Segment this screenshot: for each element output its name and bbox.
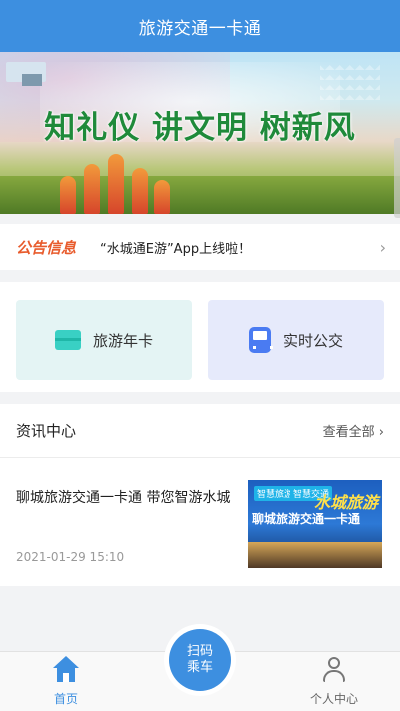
runner-figure (108, 154, 124, 214)
app-title-bar: 旅游交通一卡通 (0, 0, 400, 52)
card-icon (54, 330, 81, 350)
service-cards: 旅游年卡 实时公交 (0, 282, 400, 392)
home-icon (53, 656, 79, 684)
bus-icon (248, 327, 273, 353)
tab-home[interactable]: 首页 (16, 656, 116, 708)
banner-runners-illustration (60, 144, 170, 214)
thumb-art-text: 水城旅游 (313, 493, 378, 512)
view-all-link[interactable]: 查看全部 › (323, 421, 384, 440)
runner-figure (132, 168, 148, 214)
notice-text[interactable]: “水城通E游”App上线啦！ (100, 238, 380, 257)
scan-label-line1: 扫码 (186, 644, 213, 659)
banner-logo-mark (22, 74, 42, 86)
runner-figure (84, 164, 100, 214)
user-icon (321, 656, 347, 684)
travel-annual-card-button[interactable]: 旅游年卡 (16, 300, 192, 380)
service-label: 实时公交 (282, 331, 343, 350)
banner-carousel[interactable]: 知礼仪 讲文明 树新风 (0, 52, 400, 214)
tab-label: 首页 (53, 692, 78, 706)
tab-profile[interactable]: 个人中心 (284, 656, 384, 708)
scan-label-line2: 乘车 (186, 660, 213, 675)
news-thumbnail[interactable]: 智慧旅游 智慧交通 聊城旅游交通一卡通 水城旅游 (248, 480, 382, 568)
notice-bar[interactable]: 公告信息 “水城通E游”App上线啦！ › (0, 224, 400, 270)
news-date: 2021-01-29 15:10 (16, 550, 125, 564)
thumb-title: 聊城旅游交通一卡通 (252, 512, 361, 526)
thumb-cityscape (248, 542, 382, 568)
scan-to-ride-button[interactable]: 扫码 乘车 (164, 624, 236, 696)
news-headline[interactable]: 聊城旅游交通一卡通 带您智游水城 (16, 488, 236, 509)
notice-tag: 公告信息 (16, 238, 77, 257)
tab-label: 个人中心 (309, 692, 358, 706)
runner-figure (154, 180, 170, 214)
scan-button-face: 扫码 乘车 (169, 629, 231, 691)
realtime-bus-button[interactable]: 实时公交 (208, 300, 384, 380)
chevron-right-icon[interactable]: › (380, 238, 386, 257)
page-title: 旅游交通一卡通 (138, 18, 262, 39)
news-list-item[interactable]: 聊城旅游交通一卡通 带您智游水城 2021-01-29 15:10 智慧旅游 智… (16, 474, 386, 574)
news-section: 资讯中心 查看全部 › 聊城旅游交通一卡通 带您智游水城 2021-01-29 … (0, 404, 400, 586)
news-header: 资讯中心 查看全部 › (0, 404, 400, 458)
edge-drag-handle[interactable] (394, 138, 400, 218)
banner-slogan: 知礼仪 讲文明 树新风 (44, 110, 356, 146)
runner-figure (60, 176, 76, 214)
news-section-title: 资讯中心 (16, 422, 77, 440)
banner-pattern (320, 60, 380, 100)
service-label: 旅游年卡 (92, 331, 153, 350)
